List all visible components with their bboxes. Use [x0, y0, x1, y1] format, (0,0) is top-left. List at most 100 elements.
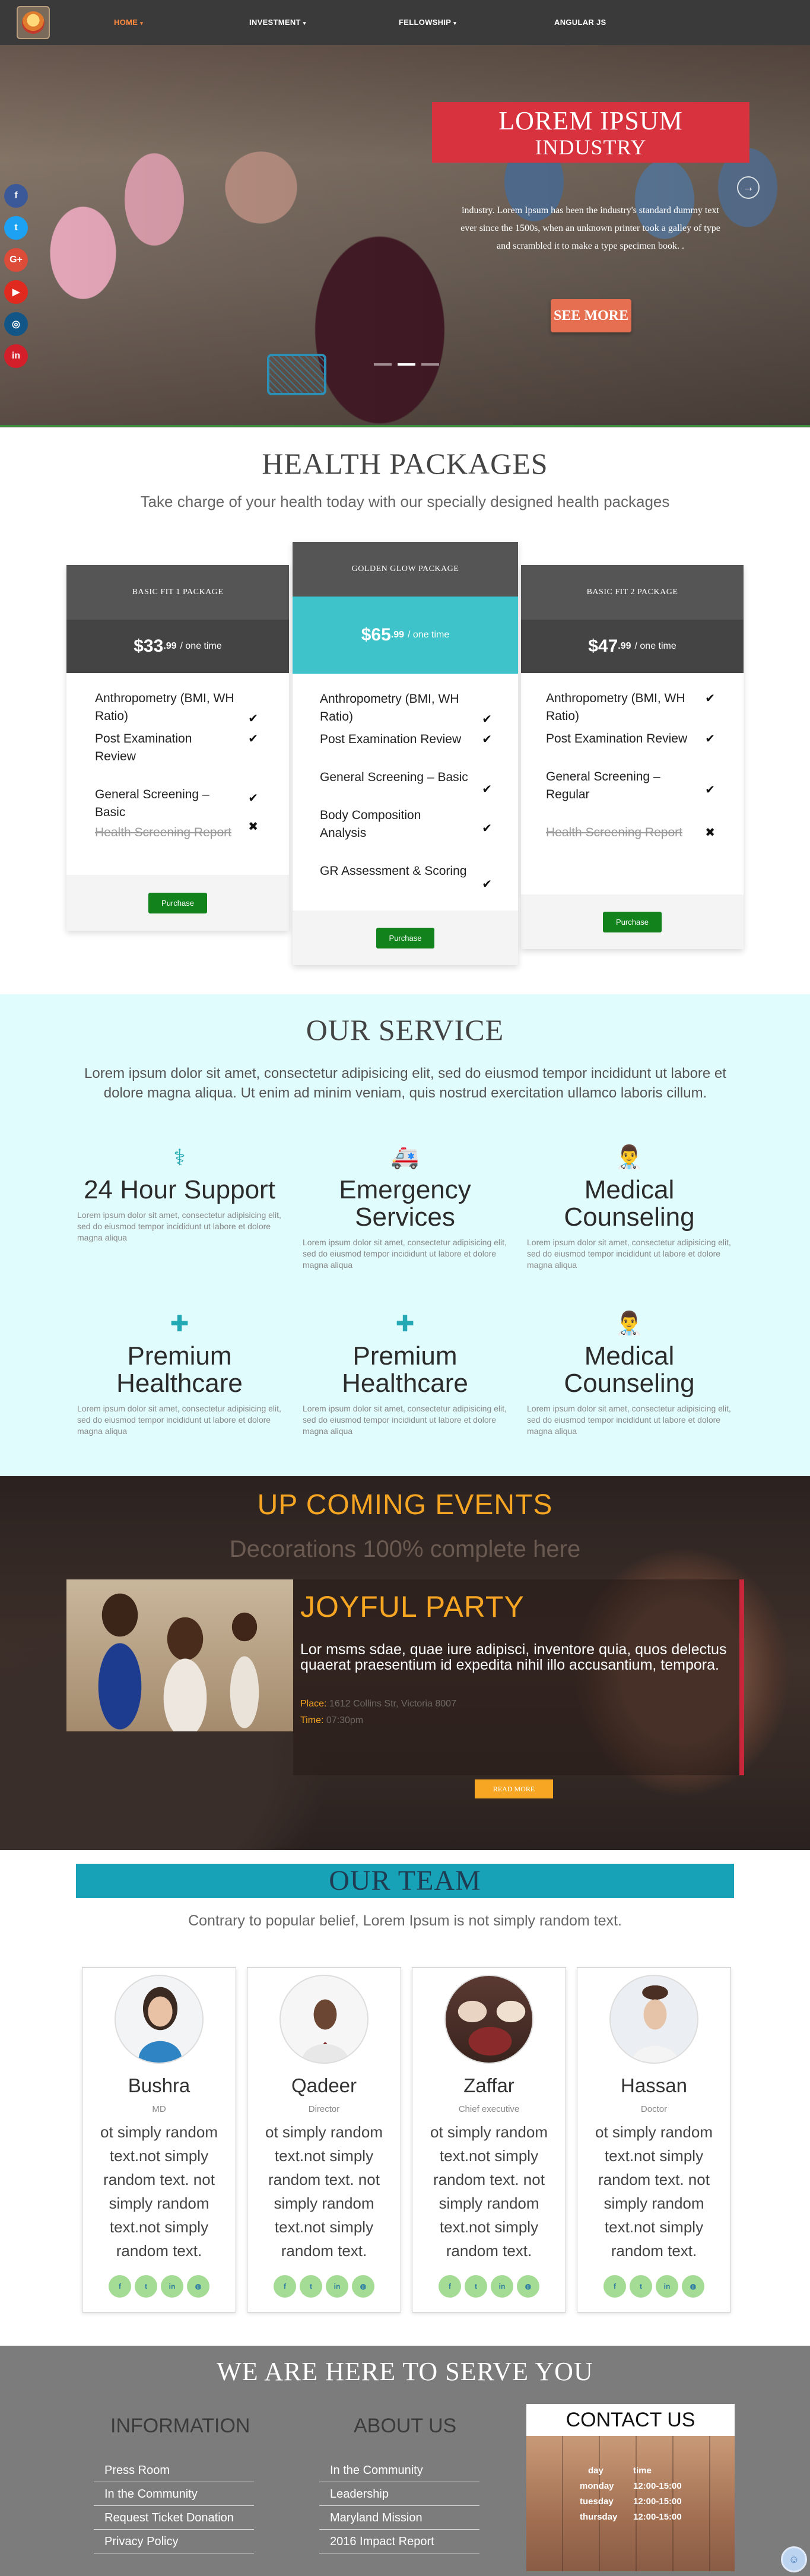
- footer-link-community[interactable]: In the Community: [319, 2458, 479, 2482]
- nav-investment[interactable]: INVESTMENT ▾: [249, 18, 306, 27]
- check-icon: ✔: [248, 732, 258, 745]
- opening-hours-table: day time monday 12:00-15:00 tuesday 12:00-1…: [580, 2463, 682, 2525]
- member-social-links: f t in ◍: [82, 2275, 236, 2298]
- packages-title: HEALTH PACKAGES: [262, 447, 548, 480]
- carousel-indicator-active[interactable]: [398, 363, 415, 366]
- package-footer: Purchase: [521, 894, 744, 949]
- member-role: MD: [152, 2104, 166, 2114]
- site-logo[interactable]: [17, 6, 50, 39]
- doctor-icon: 👨‍⚕️: [615, 1311, 644, 1336]
- medkit-icon: ✚: [170, 1312, 189, 1337]
- chat-icon[interactable]: ☺: [781, 2546, 807, 2572]
- nav-fellowship[interactable]: FELLOWSHIP ▾: [399, 18, 456, 27]
- service-premium-healthcare[interactable]: ✚ Premium Healthcare Lorem ipsum dolor s…: [303, 1311, 507, 1437]
- package-card-golden-glow: GOLDEN GLOW PACKAGE $65.99/ one time Ant…: [293, 542, 518, 965]
- team-member-card: Zaffar Chief executive ot simply random …: [412, 1967, 566, 2312]
- purchase-button[interactable]: Purchase: [603, 911, 662, 932]
- cross-icon: ✖: [248, 820, 258, 833]
- nav-angular-js[interactable]: ANGULAR JS: [554, 18, 606, 27]
- carousel-indicator[interactable]: [374, 363, 392, 366]
- member-role: Director: [308, 2104, 340, 2114]
- google-plus-icon[interactable]: G+: [4, 248, 28, 272]
- footer-link-leadership[interactable]: Leadership: [319, 2482, 479, 2506]
- service-medical-counseling[interactable]: 👨‍⚕️ Medical Counseling Lorem ipsum dolo…: [527, 1311, 732, 1437]
- feature-item: Post Examination Review ✔: [546, 730, 715, 748]
- linkedin-icon[interactable]: in: [161, 2275, 183, 2298]
- purchase-button[interactable]: Purchase: [148, 892, 207, 913]
- purchase-button[interactable]: Purchase: [376, 927, 435, 948]
- avatar: [279, 1975, 369, 2064]
- footer-link-ticket-donation[interactable]: Request Ticket Donation: [94, 2506, 254, 2530]
- events-subtitle: Decorations 100% complete here: [229, 1536, 581, 1562]
- linkedin-icon[interactable]: in: [326, 2275, 348, 2298]
- linkedin-icon[interactable]: in: [491, 2275, 513, 2298]
- service-title: Emergency Services: [339, 1175, 471, 1232]
- service-medical-counseling[interactable]: 👨‍⚕️ Medical Counseling Lorem ipsum dolo…: [527, 1144, 732, 1271]
- service-emergency[interactable]: 🚑 Emergency Services Lorem ipsum dolor s…: [303, 1144, 507, 1271]
- facebook-icon[interactable]: f: [439, 2275, 461, 2298]
- feature-item: General Screening – Basic ✔: [320, 769, 492, 796]
- see-more-button[interactable]: SEE MORE: [551, 299, 631, 332]
- twitter-icon[interactable]: t: [630, 2275, 652, 2298]
- footer-link-impact-report[interactable]: 2016 Impact Report: [319, 2530, 479, 2553]
- feature-item: Anthropometry (BMI, WH Ratio) ✔: [546, 690, 715, 725]
- avatar: [444, 1975, 533, 2064]
- facebook-icon[interactable]: f: [4, 184, 28, 208]
- service-text: Lorem ipsum dolor sit amet, consectetur …: [527, 1404, 731, 1436]
- check-icon: ✔: [482, 878, 492, 891]
- globe-icon[interactable]: ◍: [682, 2275, 704, 2298]
- footer-link-press-room[interactable]: Press Room: [94, 2458, 254, 2482]
- linkedin-icon[interactable]: in: [4, 344, 28, 368]
- footer-link-privacy-policy[interactable]: Privacy Policy: [94, 2530, 254, 2553]
- twitter-icon[interactable]: t: [300, 2275, 322, 2298]
- feature-item: Post Examination Review ✔: [95, 730, 258, 766]
- facebook-icon[interactable]: f: [603, 2275, 626, 2298]
- check-icon: ✔: [705, 732, 715, 745]
- service-text: Lorem ipsum dolor sit amet, consectetur …: [303, 1404, 507, 1436]
- twitter-icon[interactable]: t: [135, 2275, 157, 2298]
- member-bio: ot simply random text.not simply random …: [100, 2123, 218, 2260]
- member-bio: ot simply random text.not simply random …: [265, 2123, 383, 2260]
- carousel-next-arrow-icon[interactable]: →: [737, 176, 760, 199]
- youtube-icon[interactable]: ▶: [4, 280, 28, 304]
- hero-text: industry. Lorem Ipsum has been the indus…: [460, 205, 720, 251]
- linkedin-icon[interactable]: in: [656, 2275, 678, 2298]
- team-member-card: Bushra MD ot simply random text.not simp…: [82, 1967, 236, 2312]
- member-social-links: f t in ◍: [412, 2275, 566, 2298]
- carousel-indicators[interactable]: [374, 363, 439, 366]
- twitter-icon[interactable]: t: [4, 216, 28, 240]
- package-price: $65.99/ one time: [293, 597, 518, 674]
- carousel-indicator[interactable]: [421, 363, 439, 366]
- globe-icon[interactable]: ◍: [517, 2275, 539, 2298]
- service-24-hour-support[interactable]: ⚕ 24 Hour Support Lorem ipsum dolor sit …: [77, 1144, 282, 1243]
- service-title: Premium Healthcare: [342, 1341, 468, 1398]
- facebook-icon[interactable]: f: [109, 2275, 131, 2298]
- nav-home[interactable]: HOME ▾: [114, 18, 143, 27]
- package-name: BASIC FIT 2 PACKAGE: [521, 565, 744, 620]
- facebook-icon[interactable]: f: [274, 2275, 296, 2298]
- globe-icon[interactable]: ◍: [187, 2275, 209, 2298]
- feature-item: Post Examination Review ✔: [320, 731, 492, 748]
- event-description: Lor msms sdae, quae iure adipisci, inven…: [300, 1641, 727, 1673]
- twitter-icon[interactable]: t: [465, 2275, 487, 2298]
- check-icon: ✔: [482, 783, 492, 796]
- top-navbar: HOME ▾ INVESTMENT ▾ FELLOWSHIP ▾ ANGULAR JS: [0, 0, 810, 45]
- team-title: OUR TEAM: [329, 1865, 481, 1896]
- package-price: $33.99/ one time: [66, 620, 289, 673]
- feature-item: Health Screening Report ✖: [546, 824, 715, 842]
- service-premium-healthcare[interactable]: ✚ Premium Healthcare Lorem ipsum dolor s…: [77, 1311, 282, 1437]
- hero-image-detail: [267, 354, 326, 395]
- footer-link-maryland-mission[interactable]: Maryland Mission: [319, 2506, 479, 2530]
- hours-header: day time: [588, 2466, 652, 2476]
- ambulance-icon: 🚑: [390, 1145, 420, 1170]
- instagram-icon[interactable]: ◎: [4, 312, 28, 336]
- feature-item: Body Composition Analysis ✔: [320, 808, 492, 840]
- package-card-basic-fit-1: BASIC FIT 1 PACKAGE $33.99/ one time Ant…: [66, 565, 289, 931]
- globe-icon[interactable]: ◍: [352, 2275, 374, 2298]
- stethoscope-icon: ⚕: [173, 1146, 186, 1170]
- read-more-button[interactable]: READ MORE: [475, 1779, 553, 1798]
- member-name: Qadeer: [291, 2074, 357, 2096]
- check-icon: ✔: [248, 792, 258, 805]
- footer-link-community[interactable]: In the Community: [94, 2482, 254, 2506]
- member-social-links: f t in ◍: [577, 2275, 730, 2298]
